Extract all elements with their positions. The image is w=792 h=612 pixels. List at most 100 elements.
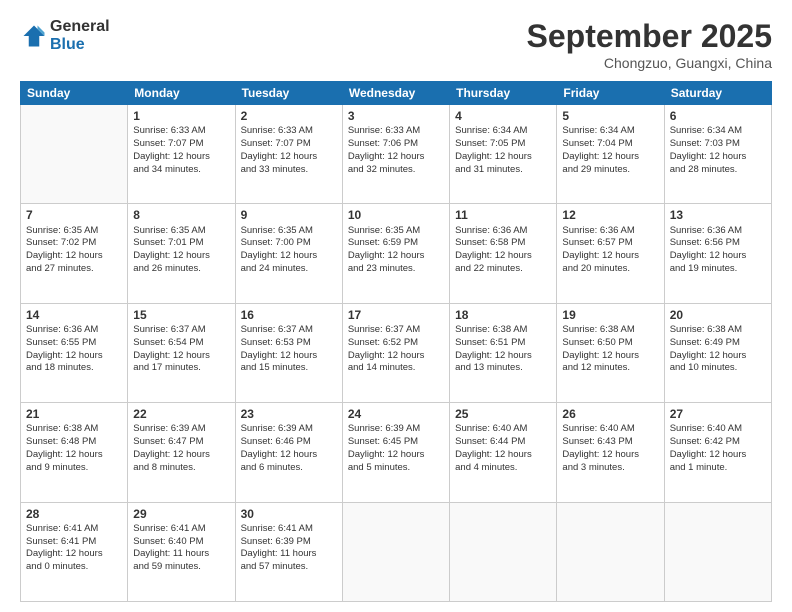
day-number: 19 bbox=[562, 307, 658, 323]
day-info: Sunset: 6:40 PM bbox=[133, 536, 229, 549]
day-number: 25 bbox=[455, 406, 551, 422]
calendar-cell: 15Sunrise: 6:37 AMSunset: 6:54 PMDayligh… bbox=[128, 303, 235, 402]
day-number: 23 bbox=[241, 406, 337, 422]
day-number: 17 bbox=[348, 307, 444, 323]
day-info: and 0 minutes. bbox=[26, 561, 122, 574]
day-info: and 32 minutes. bbox=[348, 164, 444, 177]
calendar-week-row: 14Sunrise: 6:36 AMSunset: 6:55 PMDayligh… bbox=[21, 303, 772, 402]
logo-general: General bbox=[50, 18, 110, 36]
calendar-header-monday: Monday bbox=[128, 82, 235, 105]
day-info: Sunset: 6:39 PM bbox=[241, 536, 337, 549]
day-info: Daylight: 12 hours bbox=[670, 250, 766, 263]
day-number: 29 bbox=[133, 506, 229, 522]
day-info: Daylight: 12 hours bbox=[26, 449, 122, 462]
day-info: Sunrise: 6:40 AM bbox=[455, 423, 551, 436]
day-info: Sunrise: 6:33 AM bbox=[241, 125, 337, 138]
day-info: Sunset: 6:55 PM bbox=[26, 337, 122, 350]
calendar-cell bbox=[664, 502, 771, 601]
day-info: Sunrise: 6:41 AM bbox=[26, 523, 122, 536]
day-info: Sunrise: 6:36 AM bbox=[562, 225, 658, 238]
day-info: Daylight: 12 hours bbox=[455, 449, 551, 462]
day-info: Sunset: 6:42 PM bbox=[670, 436, 766, 449]
day-info: Sunset: 6:49 PM bbox=[670, 337, 766, 350]
day-info: Daylight: 12 hours bbox=[455, 350, 551, 363]
logo-icon bbox=[20, 22, 48, 50]
calendar-cell: 22Sunrise: 6:39 AMSunset: 6:47 PMDayligh… bbox=[128, 403, 235, 502]
day-number: 3 bbox=[348, 108, 444, 124]
day-info: Sunrise: 6:38 AM bbox=[562, 324, 658, 337]
calendar-cell: 19Sunrise: 6:38 AMSunset: 6:50 PMDayligh… bbox=[557, 303, 664, 402]
calendar-cell: 12Sunrise: 6:36 AMSunset: 6:57 PMDayligh… bbox=[557, 204, 664, 303]
day-info: Sunset: 6:52 PM bbox=[348, 337, 444, 350]
day-number: 14 bbox=[26, 307, 122, 323]
day-info: and 23 minutes. bbox=[348, 263, 444, 276]
day-info: Sunrise: 6:39 AM bbox=[241, 423, 337, 436]
day-info: Sunset: 7:07 PM bbox=[241, 138, 337, 151]
day-info: and 31 minutes. bbox=[455, 164, 551, 177]
day-info: Sunrise: 6:38 AM bbox=[26, 423, 122, 436]
day-number: 21 bbox=[26, 406, 122, 422]
day-number: 9 bbox=[241, 207, 337, 223]
day-info: Sunrise: 6:40 AM bbox=[562, 423, 658, 436]
calendar-cell: 9Sunrise: 6:35 AMSunset: 7:00 PMDaylight… bbox=[235, 204, 342, 303]
day-number: 16 bbox=[241, 307, 337, 323]
day-info: Sunset: 6:45 PM bbox=[348, 436, 444, 449]
day-number: 8 bbox=[133, 207, 229, 223]
day-info: Sunrise: 6:36 AM bbox=[670, 225, 766, 238]
day-info: Sunrise: 6:37 AM bbox=[133, 324, 229, 337]
day-info: Sunrise: 6:33 AM bbox=[348, 125, 444, 138]
calendar-cell bbox=[342, 502, 449, 601]
day-number: 11 bbox=[455, 207, 551, 223]
day-info: and 13 minutes. bbox=[455, 362, 551, 375]
day-info: and 26 minutes. bbox=[133, 263, 229, 276]
day-number: 20 bbox=[670, 307, 766, 323]
day-number: 26 bbox=[562, 406, 658, 422]
calendar-cell: 8Sunrise: 6:35 AMSunset: 7:01 PMDaylight… bbox=[128, 204, 235, 303]
day-number: 18 bbox=[455, 307, 551, 323]
day-info: and 5 minutes. bbox=[348, 462, 444, 475]
day-info: Daylight: 12 hours bbox=[455, 151, 551, 164]
calendar-cell: 29Sunrise: 6:41 AMSunset: 6:40 PMDayligh… bbox=[128, 502, 235, 601]
day-number: 22 bbox=[133, 406, 229, 422]
day-info: Sunset: 6:51 PM bbox=[455, 337, 551, 350]
day-info: Sunset: 6:46 PM bbox=[241, 436, 337, 449]
day-info: Sunrise: 6:34 AM bbox=[670, 125, 766, 138]
day-number: 5 bbox=[562, 108, 658, 124]
day-info: Sunrise: 6:40 AM bbox=[670, 423, 766, 436]
day-info: Daylight: 12 hours bbox=[562, 151, 658, 164]
day-info: Sunset: 7:04 PM bbox=[562, 138, 658, 151]
day-number: 1 bbox=[133, 108, 229, 124]
day-info: Daylight: 11 hours bbox=[241, 548, 337, 561]
calendar-cell: 18Sunrise: 6:38 AMSunset: 6:51 PMDayligh… bbox=[450, 303, 557, 402]
day-info: Daylight: 12 hours bbox=[241, 350, 337, 363]
day-info: and 14 minutes. bbox=[348, 362, 444, 375]
day-info: and 8 minutes. bbox=[133, 462, 229, 475]
day-info: Sunset: 6:56 PM bbox=[670, 237, 766, 250]
logo-text: General Blue bbox=[50, 18, 110, 53]
day-info: and 3 minutes. bbox=[562, 462, 658, 475]
calendar-header-sunday: Sunday bbox=[21, 82, 128, 105]
day-info: Sunrise: 6:38 AM bbox=[670, 324, 766, 337]
day-info: Sunrise: 6:35 AM bbox=[26, 225, 122, 238]
day-info: Daylight: 12 hours bbox=[348, 151, 444, 164]
calendar-header-row: SundayMondayTuesdayWednesdayThursdayFrid… bbox=[21, 82, 772, 105]
calendar-cell: 6Sunrise: 6:34 AMSunset: 7:03 PMDaylight… bbox=[664, 105, 771, 204]
calendar-week-row: 21Sunrise: 6:38 AMSunset: 6:48 PMDayligh… bbox=[21, 403, 772, 502]
calendar-week-row: 28Sunrise: 6:41 AMSunset: 6:41 PMDayligh… bbox=[21, 502, 772, 601]
day-info: and 10 minutes. bbox=[670, 362, 766, 375]
day-info: Daylight: 12 hours bbox=[133, 350, 229, 363]
day-info: and 29 minutes. bbox=[562, 164, 658, 177]
day-info: and 18 minutes. bbox=[26, 362, 122, 375]
day-info: Daylight: 12 hours bbox=[455, 250, 551, 263]
calendar-cell: 14Sunrise: 6:36 AMSunset: 6:55 PMDayligh… bbox=[21, 303, 128, 402]
day-number: 6 bbox=[670, 108, 766, 124]
day-info: Sunset: 7:06 PM bbox=[348, 138, 444, 151]
day-info: Daylight: 11 hours bbox=[133, 548, 229, 561]
calendar-cell: 23Sunrise: 6:39 AMSunset: 6:46 PMDayligh… bbox=[235, 403, 342, 502]
day-number: 4 bbox=[455, 108, 551, 124]
day-info: Sunrise: 6:39 AM bbox=[348, 423, 444, 436]
day-info: and 24 minutes. bbox=[241, 263, 337, 276]
day-info: Sunset: 6:53 PM bbox=[241, 337, 337, 350]
day-info: Daylight: 12 hours bbox=[26, 548, 122, 561]
day-number: 7 bbox=[26, 207, 122, 223]
